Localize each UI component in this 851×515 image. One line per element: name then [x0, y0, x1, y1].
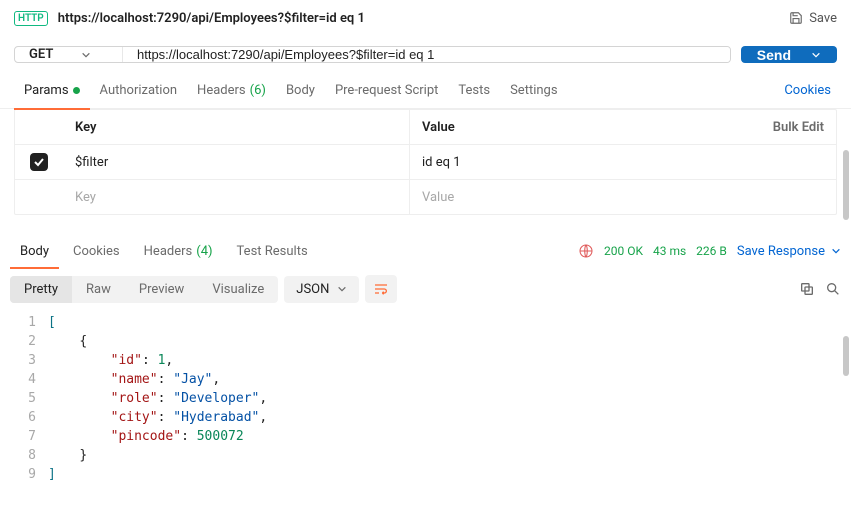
response-tab-headers[interactable]: Headers (4) [134, 233, 223, 269]
row-key[interactable]: $filter [63, 145, 410, 179]
row-key-placeholder[interactable]: Key [63, 180, 410, 214]
scrollbar-thumb[interactable] [843, 336, 849, 376]
cookies-link[interactable]: Cookies [778, 83, 837, 98]
method-label: GET [29, 47, 53, 62]
save-label: Save [809, 11, 837, 26]
tab-authorization[interactable]: Authorization [90, 73, 188, 109]
scrollbar-thumb[interactable] [843, 150, 849, 220]
tab-tests[interactable]: Tests [448, 73, 500, 109]
status-code: 200 OK [604, 244, 643, 258]
row-value-placeholder[interactable]: Value [410, 180, 756, 214]
row-checkbox[interactable] [30, 153, 48, 171]
response-body-code[interactable]: 123456789 [ { "id": 1, "name": "Jay", "r… [0, 309, 851, 494]
col-key: Key [63, 110, 410, 144]
params-table: Key Value Bulk Edit $filter id eq 1 Key … [14, 109, 837, 215]
tab-prerequest[interactable]: Pre-request Script [325, 73, 448, 109]
response-tab-test-results[interactable]: Test Results [227, 233, 318, 269]
send-button[interactable]: Send [741, 46, 837, 63]
method-select[interactable]: GET [15, 47, 123, 62]
wrap-icon [373, 281, 389, 297]
chevron-down-icon [337, 284, 347, 294]
save-button[interactable]: Save [789, 11, 837, 26]
status-size: 226 B [696, 244, 727, 258]
table-row[interactable]: $filter id eq 1 [15, 145, 836, 180]
wrap-lines-button[interactable] [365, 275, 397, 303]
url-input[interactable] [123, 47, 730, 62]
view-visualize[interactable]: Visualize [198, 276, 278, 303]
http-badge: HTTP [14, 11, 48, 26]
request-title: https://localhost:7290/api/Employees?$fi… [58, 11, 789, 26]
chevron-down-icon [811, 50, 821, 60]
tab-params[interactable]: Params [14, 73, 90, 109]
chevron-down-icon [81, 50, 91, 60]
save-response-button[interactable]: Save Response [737, 244, 841, 259]
tab-headers[interactable]: Headers (6) [187, 73, 276, 109]
globe-icon [578, 243, 594, 259]
line-gutter: 123456789 [0, 313, 48, 484]
view-preview[interactable]: Preview [125, 276, 198, 303]
status-time: 43 ms [653, 244, 686, 258]
tab-body[interactable]: Body [276, 73, 325, 109]
bulk-edit-button[interactable]: Bulk Edit [756, 120, 836, 135]
col-value: Value [410, 110, 756, 144]
row-value[interactable]: id eq 1 [410, 145, 756, 179]
save-icon [789, 11, 803, 25]
copy-icon[interactable] [799, 281, 815, 297]
view-raw[interactable]: Raw [72, 276, 125, 303]
code-content: [ { "id": 1, "name": "Jay", "role": "Dev… [48, 313, 851, 484]
format-select[interactable]: JSON [284, 276, 359, 303]
view-mode-segmented: Pretty Raw Preview Visualize [10, 276, 278, 303]
response-tab-body[interactable]: Body [10, 233, 59, 269]
tab-settings[interactable]: Settings [500, 73, 567, 109]
search-icon[interactable] [825, 281, 841, 297]
params-modified-dot [73, 87, 80, 94]
response-tab-cookies[interactable]: Cookies [63, 233, 130, 269]
chevron-down-icon [831, 246, 841, 256]
view-pretty[interactable]: Pretty [10, 276, 72, 303]
table-row-empty[interactable]: Key Value [15, 180, 836, 214]
send-label: Send [757, 47, 791, 63]
